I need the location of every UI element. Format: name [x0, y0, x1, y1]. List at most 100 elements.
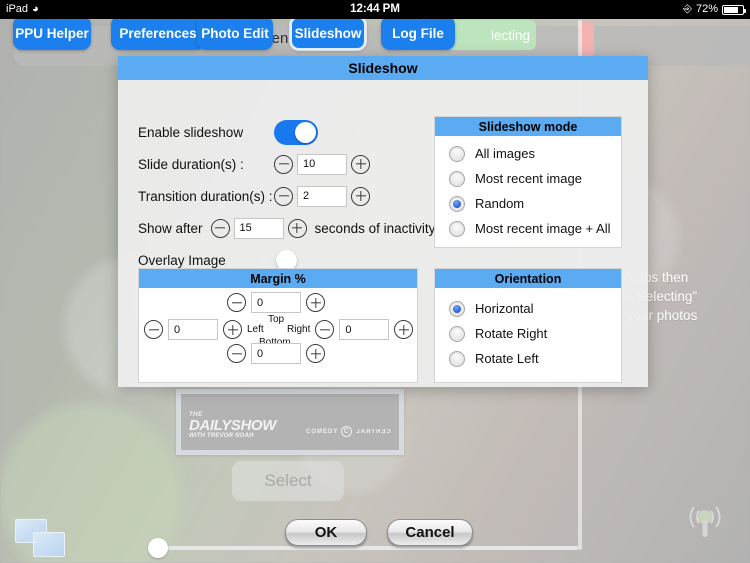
ppu-helper-button[interactable]: PPU Helper	[13, 16, 91, 50]
slide-duration-input[interactable]: 10	[297, 153, 347, 175]
margin-bottom-minus-icon[interactable]	[227, 344, 246, 363]
orientation-label-0: Horizontal	[475, 301, 534, 316]
ios-status-bar: iPad ◕ 12:44 PM ⎆ 72%	[0, 0, 750, 19]
show-after-minus-icon[interactable]	[210, 218, 230, 238]
orientation-option-horizontal[interactable]: Horizontal	[435, 296, 621, 321]
slide-duration-label: Slide duration(s) :	[138, 156, 244, 172]
radio-rotate-right-icon[interactable]	[449, 325, 465, 342]
stack-square-front	[33, 532, 65, 557]
mode-option-most-recent[interactable]: Most recent image	[435, 166, 621, 191]
select-button-label: Select	[264, 471, 312, 490]
photo-edit-label: Photo Edit	[201, 25, 269, 41]
ok-button[interactable]: OK	[285, 519, 367, 546]
radio-most-recent-plus-all-icon[interactable]	[449, 220, 465, 237]
slideshow-mode-options: All images Most recent image Random Most…	[435, 136, 621, 241]
radio-most-recent-icon[interactable]	[449, 170, 465, 187]
orientation-panel: Orientation Horizontal Rotate Right Rota…	[434, 268, 622, 383]
margin-top-caption: Top	[267, 314, 285, 325]
cancel-button-label: Cancel	[405, 524, 455, 541]
stacked-photos-icon[interactable]	[15, 519, 65, 559]
select-button[interactable]: Select	[232, 461, 344, 501]
overlay-image-label: Overlay Image	[138, 252, 226, 268]
margin-bottom-input[interactable]: 0	[251, 343, 301, 364]
slide-duration-row: Slide duration(s) : 10	[138, 148, 428, 180]
transition-duration-label: Transition duration(s) :	[138, 188, 273, 204]
radio-rotate-left-icon[interactable]	[449, 350, 465, 367]
photo-thumbnail[interactable]: THE DAILYSHOW WITH TREVOR NOAH COMEDY C …	[176, 389, 404, 455]
slideshow-mode-title: Slideshow mode	[435, 117, 621, 136]
transition-duration-input[interactable]: 2	[297, 185, 347, 207]
margin-right-input[interactable]: 0	[339, 319, 390, 340]
log-file-label: Log File	[392, 25, 444, 41]
slider-thumb[interactable]	[148, 538, 168, 558]
margin-top-plus-icon[interactable]	[306, 293, 325, 312]
status-right: ⎆ 72%	[683, 0, 746, 19]
orientation-option-rotate-right[interactable]: Rotate Right	[435, 321, 621, 346]
dialog-body: Enable slideshow Slide duration(s) : 10 …	[118, 80, 648, 387]
orientation-label-1: Rotate Right	[475, 326, 548, 341]
mode-label-2: Random	[475, 196, 525, 211]
cc-mark: C	[343, 428, 350, 435]
margin-right-group: Right 0	[287, 319, 414, 340]
dialog-title: Slideshow	[118, 56, 648, 80]
margin-left-input[interactable]: 0	[168, 319, 218, 340]
mode-option-all-images[interactable]: All images	[435, 141, 621, 166]
enable-slideshow-knob	[295, 121, 316, 143]
log-file-button[interactable]: Log File	[381, 16, 455, 50]
status-time: 12:44 PM	[350, 3, 400, 15]
margin-bottom-group: 0	[227, 343, 325, 364]
margin-right-minus-icon[interactable]	[315, 320, 335, 339]
mode-label-0: All images	[475, 146, 535, 161]
airplay-broadcast-icon[interactable]	[674, 489, 736, 551]
preferences-label: Preferences	[119, 25, 197, 41]
slide-duration-minus-icon[interactable]	[274, 154, 293, 174]
margin-controls: 0 Top 0 Left Right 0 Botto	[139, 288, 417, 384]
orientation-options: Horizontal Rotate Right Rotate Left	[435, 288, 621, 371]
slideshow-label: Slideshow	[294, 25, 362, 41]
transition-duration-plus-icon[interactable]	[351, 186, 370, 206]
margin-left-caption: Left	[247, 324, 264, 335]
radio-all-images-icon[interactable]	[449, 145, 465, 162]
enable-slideshow-label: Enable slideshow	[138, 124, 244, 140]
slide-duration-stepper: 10	[274, 153, 370, 175]
margin-top-minus-icon[interactable]	[227, 293, 246, 312]
orientation-label-2: Rotate Left	[475, 351, 539, 366]
margin-right-caption: Right	[287, 324, 311, 335]
orientation-option-rotate-left[interactable]: Rotate Left	[435, 346, 621, 371]
cc-left-word: COMEDY	[305, 428, 339, 435]
battery-percent: 72%	[695, 3, 718, 15]
margin-top-input[interactable]: 0	[251, 292, 301, 313]
transition-duration-minus-icon[interactable]	[274, 186, 293, 206]
show-after-plus-icon[interactable]	[287, 218, 307, 238]
red-accent-strip	[580, 22, 594, 56]
mode-option-random[interactable]: Random	[435, 191, 621, 216]
slide-duration-plus-icon[interactable]	[351, 154, 370, 174]
transition-duration-row: Transition duration(s) : 2	[138, 180, 428, 212]
margin-left-plus-icon[interactable]	[223, 320, 242, 339]
slider-track	[148, 546, 578, 550]
cc-ring-icon: C	[341, 426, 353, 437]
mode-option-most-recent-plus-all[interactable]: Most recent image + All	[435, 216, 621, 241]
slideshow-mode-panel: Slideshow mode All images Most recent im…	[434, 116, 622, 248]
radio-horizontal-icon[interactable]	[449, 300, 465, 317]
margin-left-minus-icon[interactable]	[144, 320, 163, 339]
preferences-button[interactable]: Preferences	[111, 16, 205, 50]
photo-edit-button[interactable]: Photo Edit	[197, 16, 273, 50]
slideshow-button[interactable]: Slideshow	[290, 16, 366, 50]
margin-panel: Margin % 0 Top 0 Left Right 0 0	[138, 268, 418, 383]
margin-right-plus-icon[interactable]	[394, 320, 414, 339]
cc-right-word: CENTRAL	[355, 428, 391, 435]
transition-duration-stepper: 2	[274, 185, 370, 207]
logo-title: DAILYSHOW	[189, 417, 276, 434]
radio-random-icon[interactable]	[449, 195, 465, 212]
ppu-helper-label: PPU Helper	[15, 25, 89, 41]
enable-slideshow-row: Enable slideshow	[138, 116, 428, 148]
margin-title: Margin %	[139, 269, 417, 288]
show-after-input[interactable]: 15	[233, 217, 284, 239]
margin-bottom-plus-icon[interactable]	[306, 344, 325, 363]
ok-button-label: OK	[314, 524, 338, 541]
cancel-button[interactable]: Cancel	[387, 519, 473, 546]
enable-slideshow-toggle[interactable]	[274, 119, 318, 145]
rotation-lock-icon: ⎆	[683, 3, 692, 15]
show-after-row: Show after 15 seconds of inactivity	[138, 212, 435, 244]
